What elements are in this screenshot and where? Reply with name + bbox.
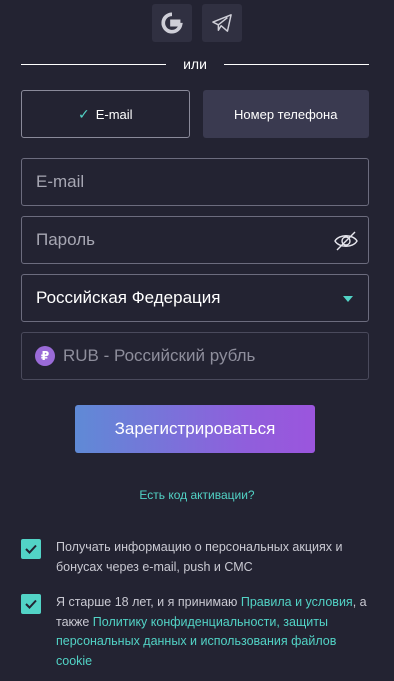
registration-method-tabs: ✓ E-mail Номер телефона: [21, 90, 369, 138]
tab-phone[interactable]: Номер телефона: [202, 90, 369, 138]
password-placeholder: Пароль: [36, 230, 95, 249]
activation-code-link[interactable]: Есть код активации?: [0, 488, 394, 502]
register-button[interactable]: Зарегистрироваться: [75, 405, 315, 453]
terms-consent: Я старше 18 лет, и я принимаю Правила и …: [21, 593, 371, 671]
telegram-icon: [212, 14, 232, 32]
ruble-icon: ₽: [35, 346, 55, 366]
email-placeholder: E-mail: [36, 172, 85, 191]
terms-consent-text: Я старше 18 лет, и я принимаю Правила и …: [56, 593, 371, 671]
terms-text-before: Я старше 18 лет, и я принимаю: [56, 595, 241, 609]
currency-value: RUB - Российский рубль: [63, 346, 256, 365]
privacy-policy-link[interactable]: Политику конфиденциальности, защиты перс…: [56, 615, 336, 668]
currency-select[interactable]: ₽ RUB - Российский рубль: [21, 332, 369, 380]
divider-text: или: [183, 56, 207, 72]
eye-off-icon[interactable]: [334, 230, 358, 252]
check-icon: ✓: [77, 105, 90, 122]
checkmark-icon: [25, 599, 37, 609]
divider-line-right: [223, 63, 369, 65]
google-login-button[interactable]: [152, 4, 192, 42]
google-icon: [161, 12, 183, 34]
country-select[interactable]: Российская Федерация: [21, 274, 369, 322]
chevron-down-icon: [343, 296, 353, 302]
or-divider: или: [21, 56, 369, 72]
marketing-consent-text: Получать информацию о персональных акция…: [56, 540, 343, 574]
marketing-consent: Получать информацию о персональных акция…: [21, 538, 371, 577]
divider-line-left: [21, 63, 167, 65]
social-login-row: [0, 4, 394, 44]
rules-link[interactable]: Правила и условия: [241, 595, 353, 609]
tab-phone-label: Номер телефона: [234, 106, 338, 122]
tab-email[interactable]: ✓ E-mail: [21, 90, 190, 138]
telegram-login-button[interactable]: [202, 4, 242, 42]
email-field[interactable]: E-mail: [21, 158, 369, 206]
password-field[interactable]: Пароль: [21, 216, 369, 264]
checkmark-icon: [25, 544, 37, 554]
country-value: Российская Федерация: [36, 288, 221, 307]
marketing-consent-checkbox[interactable]: [21, 539, 41, 559]
tab-email-label: E-mail: [95, 106, 133, 122]
terms-consent-checkbox[interactable]: [21, 594, 41, 614]
